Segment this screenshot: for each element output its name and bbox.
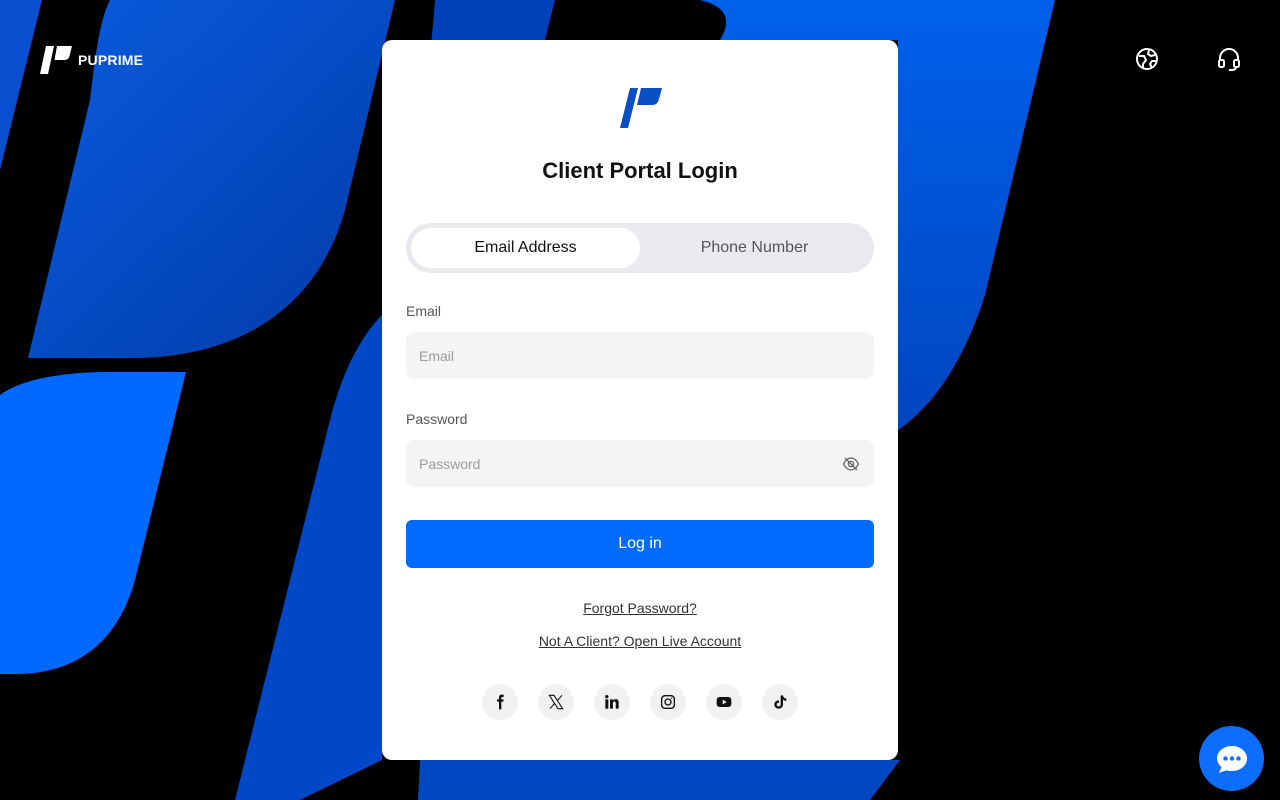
page-title: Client Portal Login — [542, 158, 738, 183]
forgot-password-link[interactable]: Forgot Password? — [382, 600, 898, 616]
tiktok-icon[interactable] — [762, 684, 798, 720]
email-field-container — [406, 332, 874, 379]
x-icon[interactable] — [538, 684, 574, 720]
chat-button[interactable] — [1199, 726, 1264, 791]
brand-mark-icon — [40, 46, 72, 74]
login-card: Client Portal Login Email Address Phone … — [382, 40, 898, 760]
facebook-icon[interactable] — [482, 684, 518, 720]
tab-phone-number[interactable]: Phone Number — [640, 228, 869, 268]
tab-email-address[interactable]: Email Address — [411, 228, 640, 268]
headset-icon[interactable] — [1216, 46, 1242, 72]
linkedin-icon[interactable] — [594, 684, 630, 720]
email-field[interactable] — [419, 347, 861, 364]
social-links — [482, 684, 798, 720]
password-field-container — [406, 440, 874, 487]
password-label: Password — [406, 411, 468, 427]
instagram-icon[interactable] — [650, 684, 686, 720]
open-account-link[interactable]: Not A Client? Open Live Account — [382, 633, 898, 649]
brand-name: PUPRIME — [78, 52, 144, 68]
youtube-icon[interactable] — [706, 684, 742, 720]
email-label: Email — [406, 303, 442, 319]
card-logo-icon — [620, 88, 662, 128]
globe-icon[interactable] — [1134, 46, 1160, 72]
password-field[interactable] — [419, 455, 841, 472]
login-button[interactable]: Log in — [406, 520, 874, 568]
eye-off-icon[interactable] — [841, 454, 861, 474]
header-actions — [1134, 46, 1242, 72]
login-method-tabs: Email Address Phone Number — [406, 223, 874, 273]
brand-logo[interactable]: PUPRIME — [40, 44, 143, 76]
chat-icon — [1216, 745, 1247, 773]
